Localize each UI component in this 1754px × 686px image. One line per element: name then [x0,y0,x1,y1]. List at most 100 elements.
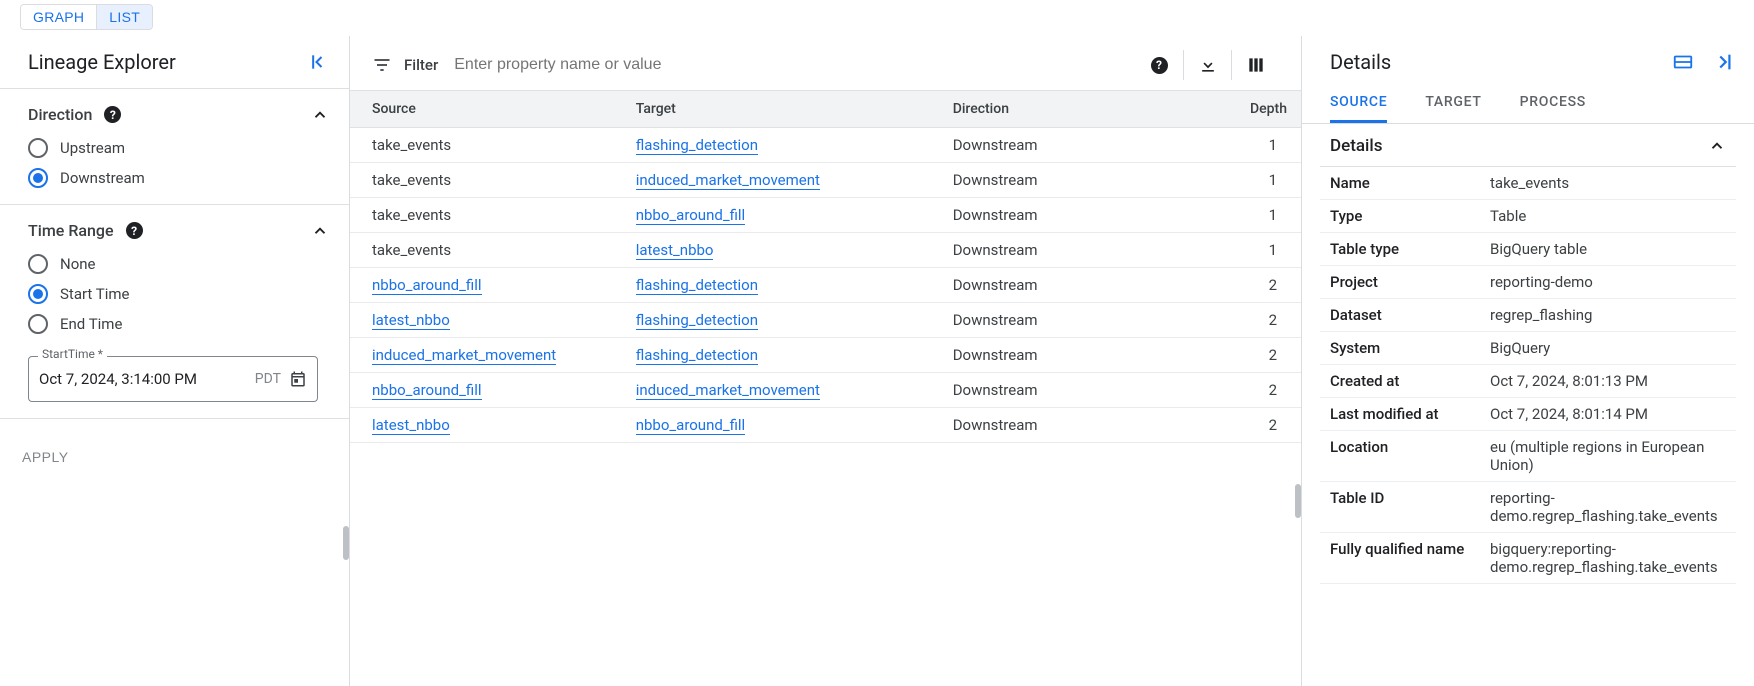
source-link[interactable]: latest_nbbo [372,416,450,435]
direction-cell: Downstream [939,163,1188,198]
direction-header[interactable]: Direction ? [0,89,349,138]
time-range-header[interactable]: Time Range ? [0,205,349,254]
start-time-tz: PDT [255,371,281,387]
detail-row: Created atOct 7, 2024, 8:01:13 PM [1320,365,1736,398]
lineage-table: Source Target Direction Depth take_event… [350,90,1301,443]
chevron-up-icon [311,106,329,124]
scrollbar-thumb[interactable] [1295,484,1301,518]
detail-row: Datasetregrep_flashing [1320,299,1736,332]
target-link[interactable]: flashing_detection [636,276,758,295]
target-link[interactable]: flashing_detection [636,346,758,365]
detail-value: Table [1490,207,1526,225]
target-link[interactable]: flashing_detection [636,136,758,155]
tab-process[interactable]: PROCESS [1520,84,1586,123]
direction-cell: Downstream [939,128,1188,163]
depth-cell: 1 [1188,163,1301,198]
direction-cell: Downstream [939,268,1188,303]
detail-key: Project [1330,273,1490,291]
tab-source[interactable]: SOURCE [1330,84,1387,123]
details-section-title: Details [1330,136,1382,156]
detail-key: Table ID [1330,489,1490,525]
filter-input[interactable] [450,52,1123,78]
direction-section: Direction ? Upstream Downstream [0,89,349,205]
end-time-radio[interactable]: End Time [28,314,329,334]
depth-cell: 2 [1188,303,1301,338]
target-link[interactable]: nbbo_around_fill [636,206,746,225]
depth-cell: 2 [1188,268,1301,303]
help-icon[interactable]: ? [1135,50,1183,80]
panel-layout-icon[interactable] [1672,51,1694,73]
direction-cell: Downstream [939,408,1188,443]
detail-value: take_events [1490,174,1569,192]
collapse-right-icon[interactable] [1712,51,1734,73]
direction-heading: Direction [28,105,92,124]
detail-row: Table IDreporting-demo.regrep_flashing.t… [1320,482,1736,533]
scrollbar-thumb[interactable] [343,526,349,560]
detail-value: BigQuery [1490,339,1550,357]
collapse-left-icon[interactable] [309,52,329,72]
source-link[interactable]: latest_nbbo [372,311,450,330]
detail-value: bigquery:reporting-demo.regrep_flashing.… [1490,540,1726,576]
details-tabs: SOURCE TARGET PROCESS [1302,84,1754,124]
upstream-radio[interactable]: Upstream [28,138,329,158]
source-link[interactable]: nbbo_around_fill [372,276,482,295]
start-time-field[interactable]: StartTime * Oct 7, 2024, 3:14:00 PM PDT [28,356,318,402]
source-text: take_events [372,206,451,224]
col-direction[interactable]: Direction [939,91,1188,128]
detail-value: regrep_flashing [1490,306,1592,324]
help-icon[interactable]: ? [104,106,121,123]
depth-cell: 1 [1188,233,1301,268]
detail-key: Location [1330,438,1490,474]
detail-row: Projectreporting-demo [1320,266,1736,299]
col-depth[interactable]: Depth [1188,91,1301,128]
detail-key: Table type [1330,240,1490,258]
radio-checked-icon [28,168,48,188]
detail-value: reporting-demo.regrep_flashing.take_even… [1490,489,1726,525]
direction-cell: Downstream [939,338,1188,373]
col-target[interactable]: Target [622,91,939,128]
lineage-explorer-title: Lineage Explorer [28,50,176,74]
upstream-label: Upstream [60,139,125,157]
detail-row: Last modified atOct 7, 2024, 8:01:14 PM [1320,398,1736,431]
table-row: induced_market_movement flashing_detectio… [350,338,1301,373]
download-icon[interactable] [1183,50,1231,80]
graph-toggle[interactable]: GRAPH [21,5,96,29]
detail-row: Fully qualified namebigquery:reporting-d… [1320,533,1736,584]
details-panel: Details SOURCE TARGET PROCESS Detail [1302,36,1754,686]
downstream-radio[interactable]: Downstream [28,168,329,188]
direction-cell: Downstream [939,233,1188,268]
source-link[interactable]: induced_market_movement [372,346,556,365]
table-row: nbbo_around_fill flashing_detection Downst… [350,268,1301,303]
table-row: latest_nbbonbbo_around_fillDownstream2 [350,408,1301,443]
details-section-header[interactable]: Details [1320,124,1736,167]
direction-cell: Downstream [939,198,1188,233]
start-time-radio[interactable]: Start Time [28,284,329,304]
details-title: Details [1330,50,1391,74]
target-link[interactable]: induced_market_movement [636,381,820,400]
detail-key: Name [1330,174,1490,192]
col-source[interactable]: Source [350,91,622,128]
none-radio[interactable]: None [28,254,329,274]
start-time-label: Start Time [60,285,129,303]
none-label: None [60,255,96,273]
depth-cell: 2 [1188,338,1301,373]
tab-target[interactable]: TARGET [1425,84,1481,123]
detail-key: Fully qualified name [1330,540,1490,576]
target-link[interactable]: nbbo_around_fill [636,416,746,435]
help-icon[interactable]: ? [126,222,143,239]
list-toggle[interactable]: LIST [96,5,152,29]
detail-key: Dataset [1330,306,1490,324]
target-link[interactable]: induced_market_movement [636,171,820,190]
detail-value: eu (multiple regions in European Union) [1490,438,1726,474]
target-link[interactable]: flashing_detection [636,311,758,330]
calendar-icon[interactable] [289,370,307,388]
start-time-floating-label: StartTime * [38,347,107,361]
chevron-up-icon [311,222,329,240]
detail-row: Table typeBigQuery table [1320,233,1736,266]
apply-button[interactable]: APPLY [14,441,77,473]
time-range-heading: Time Range [28,221,114,240]
detail-key: Last modified at [1330,405,1490,423]
target-link[interactable]: latest_nbbo [636,241,714,260]
source-link[interactable]: nbbo_around_fill [372,381,482,400]
columns-icon[interactable] [1231,50,1279,80]
